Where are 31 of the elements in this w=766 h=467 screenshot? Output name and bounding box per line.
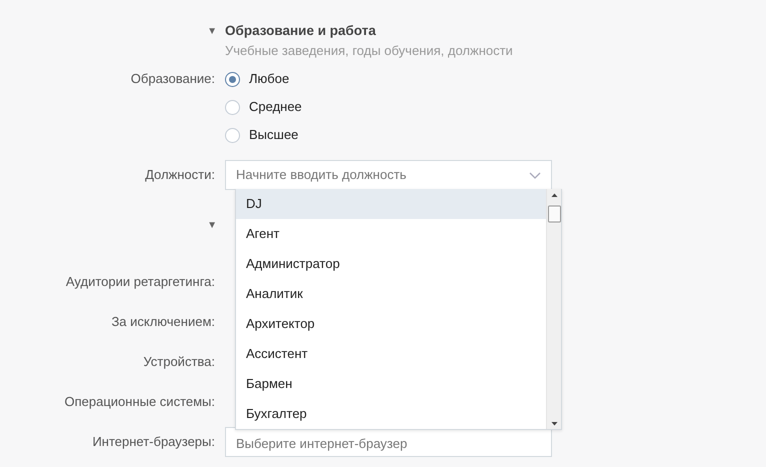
- dropdown-option[interactable]: DJ: [236, 189, 546, 219]
- section-title: Образование и работа: [225, 22, 376, 40]
- option-label: Среднее: [249, 98, 302, 116]
- dropdown-option[interactable]: Администратор: [236, 249, 546, 279]
- placeholder-text: Начните вводить должность: [236, 166, 406, 184]
- dropdown-option[interactable]: Бармен: [236, 369, 546, 399]
- field-label: Устройства:: [143, 354, 215, 370]
- option-label: Высшее: [249, 126, 298, 144]
- field-label: Аудитории ретаргетинга:: [66, 274, 215, 290]
- chevron-down-icon: [529, 172, 541, 178]
- field-label: Образование:: [130, 71, 215, 86]
- field-label: Интернет-браузеры:: [92, 434, 215, 450]
- scrollbar[interactable]: [546, 189, 561, 429]
- dropdown-option[interactable]: Агент: [236, 219, 546, 249]
- field-label: За исключением:: [111, 314, 215, 330]
- radio-button[interactable]: [225, 72, 240, 86]
- radio-button[interactable]: [225, 128, 240, 142]
- section-toggle[interactable]: ▼: [207, 220, 217, 231]
- dropdown-option[interactable]: Аналитик: [236, 279, 546, 309]
- dropdown-option[interactable]: Бухгалтер: [236, 399, 546, 429]
- field-label: Должности:: [145, 167, 215, 182]
- field-label: Операционные системы:: [64, 394, 215, 410]
- section-subtitle: Учебные заведения, годы обучения, должности: [225, 42, 513, 60]
- placeholder-text: Выберите интернет-браузер: [236, 435, 408, 454]
- option-label: Любое: [249, 70, 290, 88]
- section-toggle[interactable]: ▼: [207, 26, 217, 36]
- dropdown-option[interactable]: Ассистент: [236, 339, 546, 369]
- radio-button[interactable]: [225, 100, 240, 114]
- dropdown-option[interactable]: Архитектор: [236, 309, 546, 339]
- select-field[interactable]: Выберите интернет-браузер: [225, 427, 552, 457]
- input-field[interactable]: Начните вводить должность: [225, 160, 552, 190]
